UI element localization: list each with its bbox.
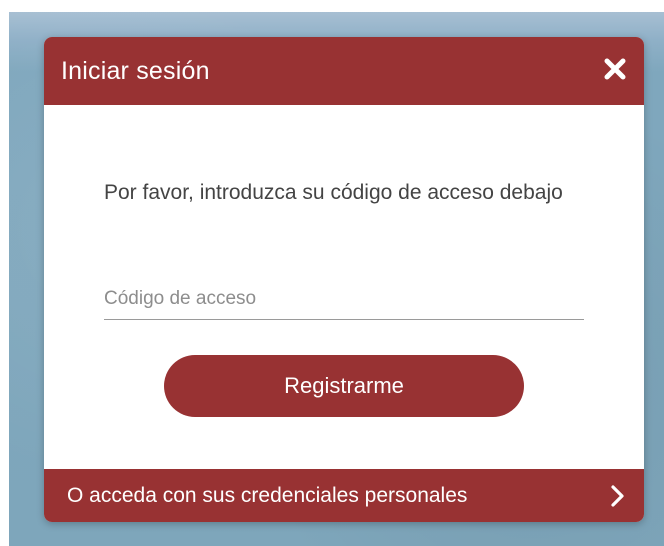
register-button[interactable]: Registrarme bbox=[164, 355, 524, 417]
dialog-header: Iniciar sesión bbox=[44, 37, 644, 105]
access-code-field bbox=[104, 279, 584, 320]
personal-credentials-link[interactable]: O acceda con sus credenciales personales bbox=[44, 469, 644, 522]
personal-credentials-label: O acceda con sus credenciales personales bbox=[67, 484, 468, 507]
dialog-title: Iniciar sesión bbox=[61, 57, 210, 85]
close-button[interactable] bbox=[600, 54, 630, 84]
close-icon bbox=[600, 54, 630, 84]
access-code-prompt: Por favor, introduzca su código de acces… bbox=[104, 181, 563, 204]
login-dialog: Iniciar sesión Por favor, introduzca su … bbox=[44, 37, 644, 522]
chevron-right-icon bbox=[607, 484, 627, 508]
access-code-input[interactable] bbox=[104, 279, 584, 319]
